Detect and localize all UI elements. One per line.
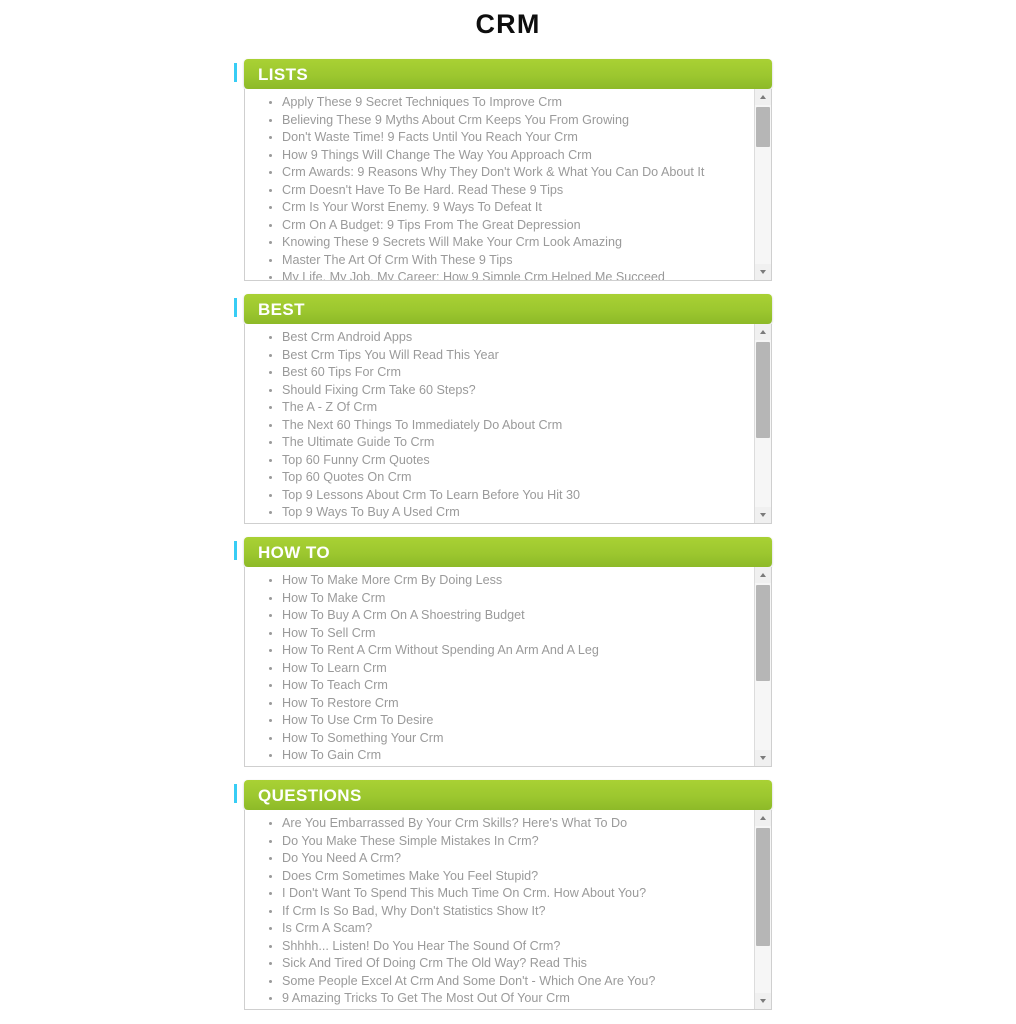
- scrollbar-thumb[interactable]: [756, 342, 770, 438]
- sections-container: LISTS Apply These 9 Secret Techniques To…: [0, 59, 1016, 1010]
- list-item[interactable]: Crm On A Budget: 9 Tips From The Great D…: [269, 217, 754, 235]
- list-item[interactable]: How To Use Crm To Desire: [269, 712, 754, 730]
- section-questions: QUESTIONS Are You Embarrassed By Your Cr…: [234, 780, 772, 1010]
- list-item[interactable]: Best 60 Tips For Crm: [269, 364, 754, 382]
- section-header-label: LISTS: [258, 64, 309, 84]
- list-item[interactable]: Does Crm Sometimes Make You Feel Stupid?: [269, 868, 754, 886]
- scrollbar-lists[interactable]: [754, 89, 771, 280]
- list-scroll-viewport-lists: Apply These 9 Secret Techniques To Impro…: [245, 89, 754, 280]
- caret-up-icon: [760, 95, 766, 99]
- list-item[interactable]: Best Crm Android Apps: [269, 329, 754, 347]
- list-item[interactable]: The Ultimate Guide To Crm: [269, 434, 754, 452]
- list-item[interactable]: Top 60 Funny Crm Quotes: [269, 452, 754, 470]
- caret-down-icon: [760, 270, 766, 274]
- scroll-up-arrow-icon[interactable]: [755, 810, 771, 826]
- scrollbar-thumb[interactable]: [756, 828, 770, 946]
- crm-page: CRM LISTS Apply These 9 Secret Technique…: [0, 0, 1016, 1024]
- list-item[interactable]: How To Make Crm: [269, 590, 754, 608]
- caret-up-icon: [760, 330, 766, 334]
- list-item[interactable]: Don't Waste Time! 9 Facts Until You Reac…: [269, 129, 754, 147]
- list-item[interactable]: Top 60 Quotes On Crm: [269, 469, 754, 487]
- scrollbar-thumb[interactable]: [756, 585, 770, 681]
- list-item[interactable]: Some People Excel At Crm And Some Don't …: [269, 973, 754, 991]
- scroll-down-arrow-icon[interactable]: [755, 750, 771, 766]
- caret-up-icon: [760, 573, 766, 577]
- list-item[interactable]: The A - Z Of Crm: [269, 399, 754, 417]
- list-item[interactable]: Are You Embarrassed By Your Crm Skills? …: [269, 815, 754, 833]
- list-item[interactable]: How To Gain Crm: [269, 747, 754, 765]
- page-title: CRM: [475, 9, 541, 39]
- accent-tick-icon: [234, 541, 237, 560]
- accent-tick-icon: [234, 298, 237, 317]
- list-item[interactable]: Believing These 9 Myths About Crm Keeps …: [269, 112, 754, 130]
- list-item[interactable]: How To Teach Crm: [269, 677, 754, 695]
- section-header-best[interactable]: BEST: [244, 294, 772, 324]
- item-list-how-to: How To Make More Crm By Doing Less How T…: [245, 572, 754, 765]
- caret-up-icon: [760, 816, 766, 820]
- list-item[interactable]: Best Crm Tips You Will Read This Year: [269, 347, 754, 365]
- section-header-label: QUESTIONS: [258, 785, 362, 805]
- list-box-questions: Are You Embarrassed By Your Crm Skills? …: [244, 810, 772, 1010]
- accent-tick-icon: [234, 63, 237, 82]
- list-item[interactable]: How To Make More Crm By Doing Less: [269, 572, 754, 590]
- list-item[interactable]: Master The Art Of Crm With These 9 Tips: [269, 252, 754, 270]
- list-box-how-to: How To Make More Crm By Doing Less How T…: [244, 567, 772, 767]
- list-scroll-viewport-how-to: How To Make More Crm By Doing Less How T…: [245, 567, 754, 766]
- list-item[interactable]: Knowing These 9 Secrets Will Make Your C…: [269, 234, 754, 252]
- list-item[interactable]: If Crm Is So Bad, Why Don't Statistics S…: [269, 903, 754, 921]
- list-scroll-viewport-best: Best Crm Android Apps Best Crm Tips You …: [245, 324, 754, 523]
- list-item[interactable]: How To Rent A Crm Without Spending An Ar…: [269, 642, 754, 660]
- section-best: BEST Best Crm Android Apps Best Crm Tips…: [234, 294, 772, 524]
- list-item[interactable]: How To Buy A Crm On A Shoestring Budget: [269, 607, 754, 625]
- list-item[interactable]: 9 Amazing Tricks To Get The Most Out Of …: [269, 990, 754, 1008]
- scroll-up-arrow-icon[interactable]: [755, 89, 771, 105]
- accent-tick-icon: [234, 784, 237, 803]
- list-item[interactable]: How To Something Your Crm: [269, 730, 754, 748]
- list-item[interactable]: Top 9 Lessons About Crm To Learn Before …: [269, 487, 754, 505]
- list-item[interactable]: I Don't Want To Spend This Much Time On …: [269, 885, 754, 903]
- scroll-down-arrow-icon[interactable]: [755, 507, 771, 523]
- list-item[interactable]: Do You Need A Crm?: [269, 850, 754, 868]
- scroll-down-arrow-icon[interactable]: [755, 264, 771, 280]
- list-item[interactable]: Top 9 Ways To Buy A Used Crm: [269, 504, 754, 522]
- list-item[interactable]: How To Learn Crm: [269, 660, 754, 678]
- list-item[interactable]: Crm Is Your Worst Enemy. 9 Ways To Defea…: [269, 199, 754, 217]
- list-item[interactable]: How To Restore Crm: [269, 695, 754, 713]
- list-item[interactable]: Is Crm A Scam?: [269, 920, 754, 938]
- item-list-best: Best Crm Android Apps Best Crm Tips You …: [245, 329, 754, 522]
- caret-down-icon: [760, 999, 766, 1003]
- scrollbar-best[interactable]: [754, 324, 771, 523]
- section-header-lists[interactable]: LISTS: [244, 59, 772, 89]
- scrollbar-thumb[interactable]: [756, 107, 770, 147]
- caret-down-icon: [760, 513, 766, 517]
- section-lists: LISTS Apply These 9 Secret Techniques To…: [234, 59, 772, 281]
- list-item[interactable]: My Life, My Job, My Career: How 9 Simple…: [269, 269, 754, 280]
- scroll-down-arrow-icon[interactable]: [755, 993, 771, 1009]
- section-header-questions[interactable]: QUESTIONS: [244, 780, 772, 810]
- list-item[interactable]: How 9 Things Will Change The Way You App…: [269, 147, 754, 165]
- list-item[interactable]: How To Sell Crm: [269, 625, 754, 643]
- list-item[interactable]: Apply These 9 Secret Techniques To Impro…: [269, 94, 754, 112]
- item-list-questions: Are You Embarrassed By Your Crm Skills? …: [245, 815, 754, 1008]
- section-how-to: HOW TO How To Make More Crm By Doing Les…: [234, 537, 772, 767]
- list-item[interactable]: Crm Awards: 9 Reasons Why They Don't Wor…: [269, 164, 754, 182]
- scrollbar-how-to[interactable]: [754, 567, 771, 766]
- list-item[interactable]: Do You Make These Simple Mistakes In Crm…: [269, 833, 754, 851]
- list-scroll-viewport-questions: Are You Embarrassed By Your Crm Skills? …: [245, 810, 754, 1009]
- list-box-lists: Apply These 9 Secret Techniques To Impro…: [244, 89, 772, 281]
- scrollbar-questions[interactable]: [754, 810, 771, 1009]
- scroll-up-arrow-icon[interactable]: [755, 567, 771, 583]
- list-item[interactable]: Crm Doesn't Have To Be Hard. Read These …: [269, 182, 754, 200]
- scroll-up-arrow-icon[interactable]: [755, 324, 771, 340]
- section-header-how-to[interactable]: HOW TO: [244, 537, 772, 567]
- list-item[interactable]: Sick And Tired Of Doing Crm The Old Way?…: [269, 955, 754, 973]
- list-box-best: Best Crm Android Apps Best Crm Tips You …: [244, 324, 772, 524]
- item-list-lists: Apply These 9 Secret Techniques To Impro…: [245, 94, 754, 280]
- section-header-label: HOW TO: [258, 542, 330, 562]
- section-header-label: BEST: [258, 299, 305, 319]
- caret-down-icon: [760, 756, 766, 760]
- list-item[interactable]: Shhhh... Listen! Do You Hear The Sound O…: [269, 938, 754, 956]
- list-item[interactable]: Should Fixing Crm Take 60 Steps?: [269, 382, 754, 400]
- list-item[interactable]: The Next 60 Things To Immediately Do Abo…: [269, 417, 754, 435]
